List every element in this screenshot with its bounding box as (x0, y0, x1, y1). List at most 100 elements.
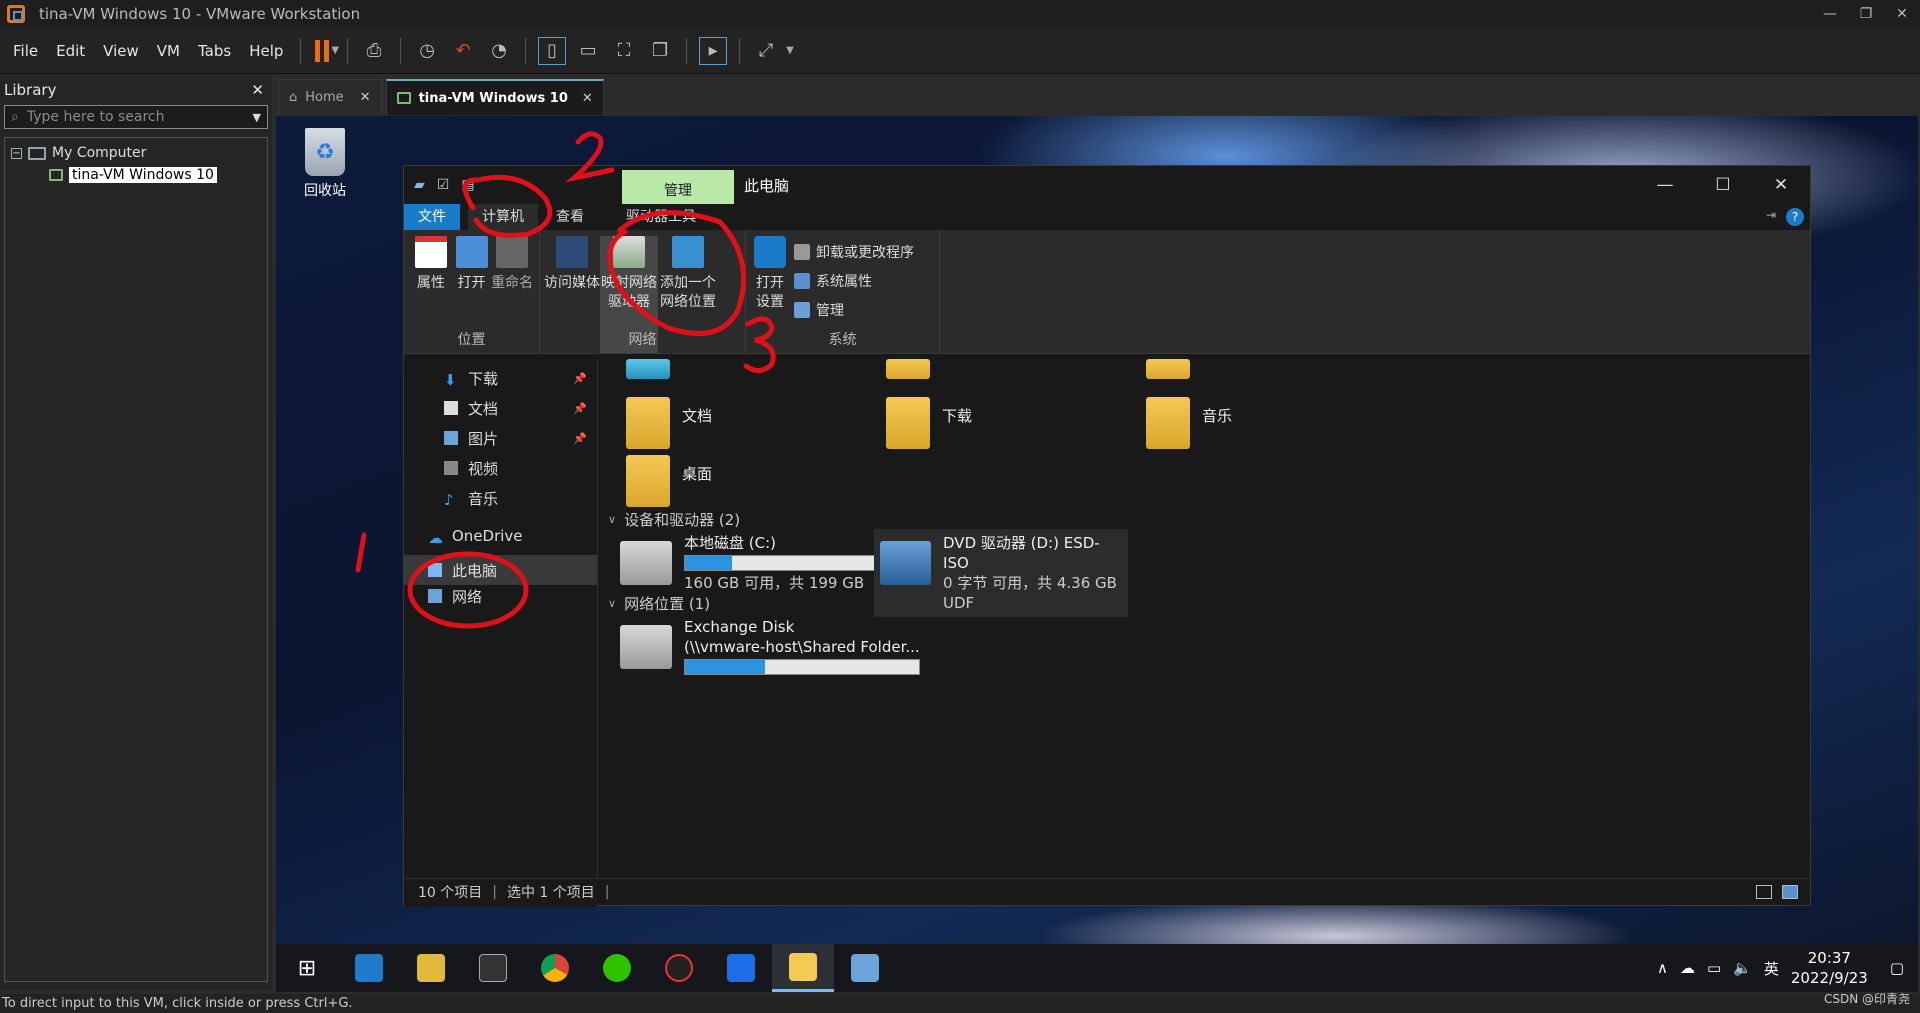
large-icons-view-icon[interactable] (1782, 885, 1798, 899)
snapshot-icon[interactable]: ◷ (413, 37, 441, 65)
nav-network[interactable]: 网络 (404, 585, 597, 607)
taskbar-app2[interactable] (400, 944, 462, 992)
tab-view[interactable]: 查看 (542, 204, 598, 230)
tab-vm[interactable]: tina-VM Windows 10 ✕ (385, 79, 604, 115)
hard-drive-icon (620, 541, 672, 585)
library-close-icon[interactable]: ✕ (251, 81, 264, 99)
minimize-button[interactable]: — (1812, 0, 1848, 28)
file-explorer-window: ▰ ☑ ▤ 管理 此电脑 — ☐ ✕ 文件 计算机 查看 驱动器工具 ⇥ ? 属… (403, 165, 1811, 907)
tab-computer[interactable]: 计算机 (468, 204, 538, 230)
nav-music[interactable]: ♪ 音乐 (404, 483, 597, 513)
taskbar-app9[interactable] (834, 944, 896, 992)
nav-onedrive[interactable]: ☁ OneDrive (404, 521, 597, 551)
help-icon[interactable]: ? (1786, 208, 1804, 226)
thumbnail-view-icon[interactable]: ▭ (574, 37, 602, 65)
folder-music[interactable]: 音乐 (1146, 397, 1232, 449)
restore-button[interactable]: ❐ (1848, 0, 1884, 28)
unity-icon[interactable]: ❐ (646, 37, 674, 65)
pin-ribbon-icon[interactable]: ⇥ (1766, 208, 1776, 222)
folder-downloads[interactable]: 下载 (886, 397, 972, 449)
taskbar-feishu[interactable] (710, 944, 772, 992)
uninstall-programs-button[interactable]: 卸载或更改程序 (794, 240, 914, 264)
group-network: 访问媒体 映射网络 驱动器 添加一个 网络位置 网络 (540, 230, 746, 353)
content-pane: 文档 下载 音乐 桌面 ∨ 设备和驱动器 (2) 本地磁盘 (C:) 160 GB… (600, 359, 1810, 879)
tab-home[interactable]: ⌂ Home ✕ (278, 79, 382, 115)
pause-icon[interactable] (315, 39, 330, 62)
menu-tabs[interactable]: Tabs (189, 42, 240, 60)
folder-documents[interactable]: 文档 (626, 397, 712, 449)
clock[interactable]: 20:37 2022/9/23 (1791, 948, 1868, 988)
collapse-icon[interactable]: − (11, 147, 22, 159)
new-folder-quick-icon[interactable]: ▤ (461, 177, 474, 193)
nav-videos[interactable]: 视频 (404, 453, 597, 483)
folder-pictures-icon (1146, 359, 1190, 379)
explorer-minimize-button[interactable]: — (1636, 166, 1694, 204)
folder-videos-icon (886, 359, 930, 379)
ime-indicator[interactable]: 英 (1764, 958, 1779, 979)
onedrive-tray-icon[interactable]: ☁ (1680, 959, 1695, 977)
taskbar-file-explorer[interactable] (772, 944, 834, 992)
nav-downloads[interactable]: ⬇ 下载 📌 (404, 363, 597, 393)
nav-documents[interactable]: 文档 📌 (404, 393, 597, 423)
add-network-location-icon (672, 236, 704, 268)
menu-view[interactable]: View (94, 42, 148, 60)
folder-downloads-icon (886, 397, 930, 449)
details-view-icon[interactable] (1756, 885, 1772, 899)
explorer-close-button[interactable]: ✕ (1752, 166, 1810, 204)
properties-quick-icon[interactable]: ☑ (437, 177, 450, 193)
computer-icon (428, 563, 442, 577)
stretch-guest-icon[interactable]: ⤢ (752, 37, 780, 65)
menu-edit[interactable]: Edit (47, 42, 94, 60)
send-ctrl-alt-del-icon[interactable]: ⎙ (360, 37, 388, 65)
nav-this-pc[interactable]: 此电脑 (404, 555, 597, 585)
taskbar-terminal[interactable] (462, 944, 524, 992)
system-properties-button[interactable]: 系统属性 (794, 269, 914, 293)
taskbar-vscode[interactable] (338, 944, 400, 992)
stretch-dropdown-icon[interactable]: ▼ (786, 45, 794, 56)
tree-vm-item[interactable]: tina-VM Windows 10 (11, 164, 261, 186)
library-search-input[interactable]: ⌕ Type here to search ▼ (4, 105, 268, 129)
devices-section-header[interactable]: ∨ 设备和驱动器 (2) (608, 509, 740, 530)
tree-my-computer[interactable]: − My Computer (11, 142, 261, 164)
folder-partial-1[interactable] (626, 359, 670, 379)
window-title: tina-VM Windows 10 - VMware Workstation (39, 5, 361, 23)
volume-icon[interactable]: 🔈 (1733, 959, 1752, 977)
show-hidden-icons-icon[interactable]: ∧ (1657, 959, 1668, 977)
recycle-bin[interactable]: ♻ 回收站 (294, 128, 356, 200)
snapshot-manager-icon[interactable]: ◔ (485, 37, 513, 65)
nav-pictures[interactable]: 图片 📌 (404, 423, 597, 453)
menu-help[interactable]: Help (240, 42, 292, 60)
folder-partial-2[interactable] (886, 359, 930, 379)
network-location-exchange-disk[interactable]: Exchange Disk (\\vmware-host\Shared Fold… (614, 613, 926, 681)
tab-vm-close-icon[interactable]: ✕ (582, 91, 593, 106)
library-title: Library (4, 81, 57, 99)
explorer-maximize-button[interactable]: ☐ (1694, 166, 1752, 204)
folder-partial-3[interactable] (1146, 359, 1190, 379)
tab-file[interactable]: 文件 (404, 204, 460, 230)
menu-file[interactable]: File (4, 42, 47, 60)
taskbar-wechat[interactable] (586, 944, 648, 992)
start-button[interactable]: ⊞ (276, 944, 338, 992)
console-view-icon[interactable]: ▸ (699, 36, 728, 65)
tab-manage[interactable]: 管理 (622, 170, 734, 204)
tab-home-close-icon[interactable]: ✕ (360, 90, 371, 105)
drive-d[interactable]: DVD 驱动器 (D:) ESD-ISO 0 字节 可用，共 4.36 GB U… (874, 529, 1128, 617)
guest-desktop[interactable]: ♻ 回收站 ▰ ☑ ▤ 管理 此电脑 — ☐ ✕ 文件 计算机 查看 驱动器工具… (276, 116, 1918, 992)
close-button[interactable]: ✕ (1884, 0, 1920, 28)
tab-home-label: Home (305, 90, 344, 105)
folder-desktop[interactable]: 桌面 (626, 455, 712, 507)
library-view-icon[interactable]: ▯ (538, 36, 567, 65)
tab-drive-tools[interactable]: 驱动器工具 (612, 204, 710, 230)
taskbar-qq[interactable] (648, 944, 710, 992)
search-dropdown-icon[interactable]: ▼ (253, 111, 261, 124)
revert-snapshot-icon[interactable]: ↶ (449, 37, 477, 65)
pictures-icon (444, 431, 458, 445)
network-section-header[interactable]: ∨ 网络位置 (1) (608, 593, 710, 614)
taskbar-chrome[interactable] (524, 944, 586, 992)
pause-dropdown-icon[interactable]: ▼ (331, 45, 339, 56)
full-screen-icon[interactable]: ⛶ (610, 37, 638, 65)
notifications-icon[interactable]: ▢ (1890, 959, 1904, 977)
menu-vm[interactable]: VM (148, 42, 189, 60)
manage-button[interactable]: 管理 (794, 298, 914, 322)
network-tray-icon[interactable]: ▭ (1707, 959, 1721, 977)
